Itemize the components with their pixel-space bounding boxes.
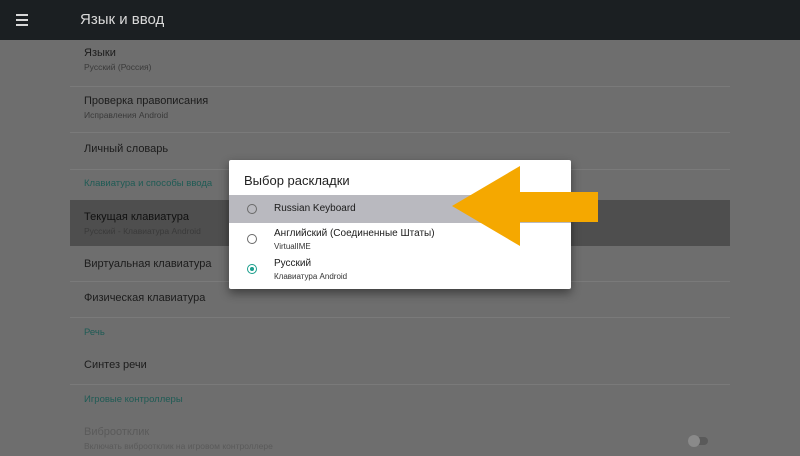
setting-languages[interactable]: Языки Русский (Россия)	[70, 47, 730, 87]
option-label: Русский	[274, 258, 312, 269]
dialog-title: Выбор раскладки	[244, 173, 350, 188]
option-sublabel: VirtualIME	[274, 242, 311, 251]
radio-unchecked-icon[interactable]	[247, 234, 257, 244]
option-sublabel: Клавиатура Android	[274, 272, 348, 281]
setting-physical-keyboard[interactable]: Физическая клавиатура	[70, 292, 730, 318]
setting-subtitle: Русский (Россия)	[84, 62, 152, 72]
setting-subtitle: Исправления Android	[84, 110, 169, 120]
section-game-controllers-header: Игровые контроллеры	[84, 394, 183, 405]
radio-unchecked-icon[interactable]	[247, 204, 257, 214]
radio-checked-icon[interactable]	[247, 264, 257, 274]
setting-title: Языки	[84, 47, 116, 59]
section-keyboard-header: Клавиатура и способы ввода	[84, 178, 213, 189]
setting-spellcheck[interactable]: Проверка правописания Исправления Androi…	[70, 95, 730, 133]
setting-title: Физическая клавиатура	[84, 292, 206, 304]
section-speech-header: Речь	[84, 327, 105, 338]
setting-vibration[interactable]: Виброотклик Включать виброотклик на игро…	[70, 426, 730, 456]
vibration-toggle[interactable]	[688, 435, 708, 447]
app-bar: Язык и ввод	[0, 0, 800, 40]
arrow-shape	[452, 166, 598, 246]
setting-title: Синтез речи	[84, 359, 147, 371]
setting-title: Проверка правописания	[84, 95, 209, 107]
layout-option-russian[interactable]: Русский Клавиатура Android	[229, 255, 571, 285]
setting-tts[interactable]: Синтез речи	[70, 359, 730, 385]
option-label: Russian Keyboard	[274, 203, 356, 214]
setting-title: Личный словарь	[84, 143, 169, 155]
option-label: Английский (Соединенные Штаты)	[274, 228, 435, 239]
annotation-arrow-icon	[452, 166, 598, 246]
setting-title: Виброотклик	[84, 426, 150, 438]
hamburger-menu-icon[interactable]	[16, 14, 28, 26]
page-title: Язык и ввод	[80, 11, 165, 28]
